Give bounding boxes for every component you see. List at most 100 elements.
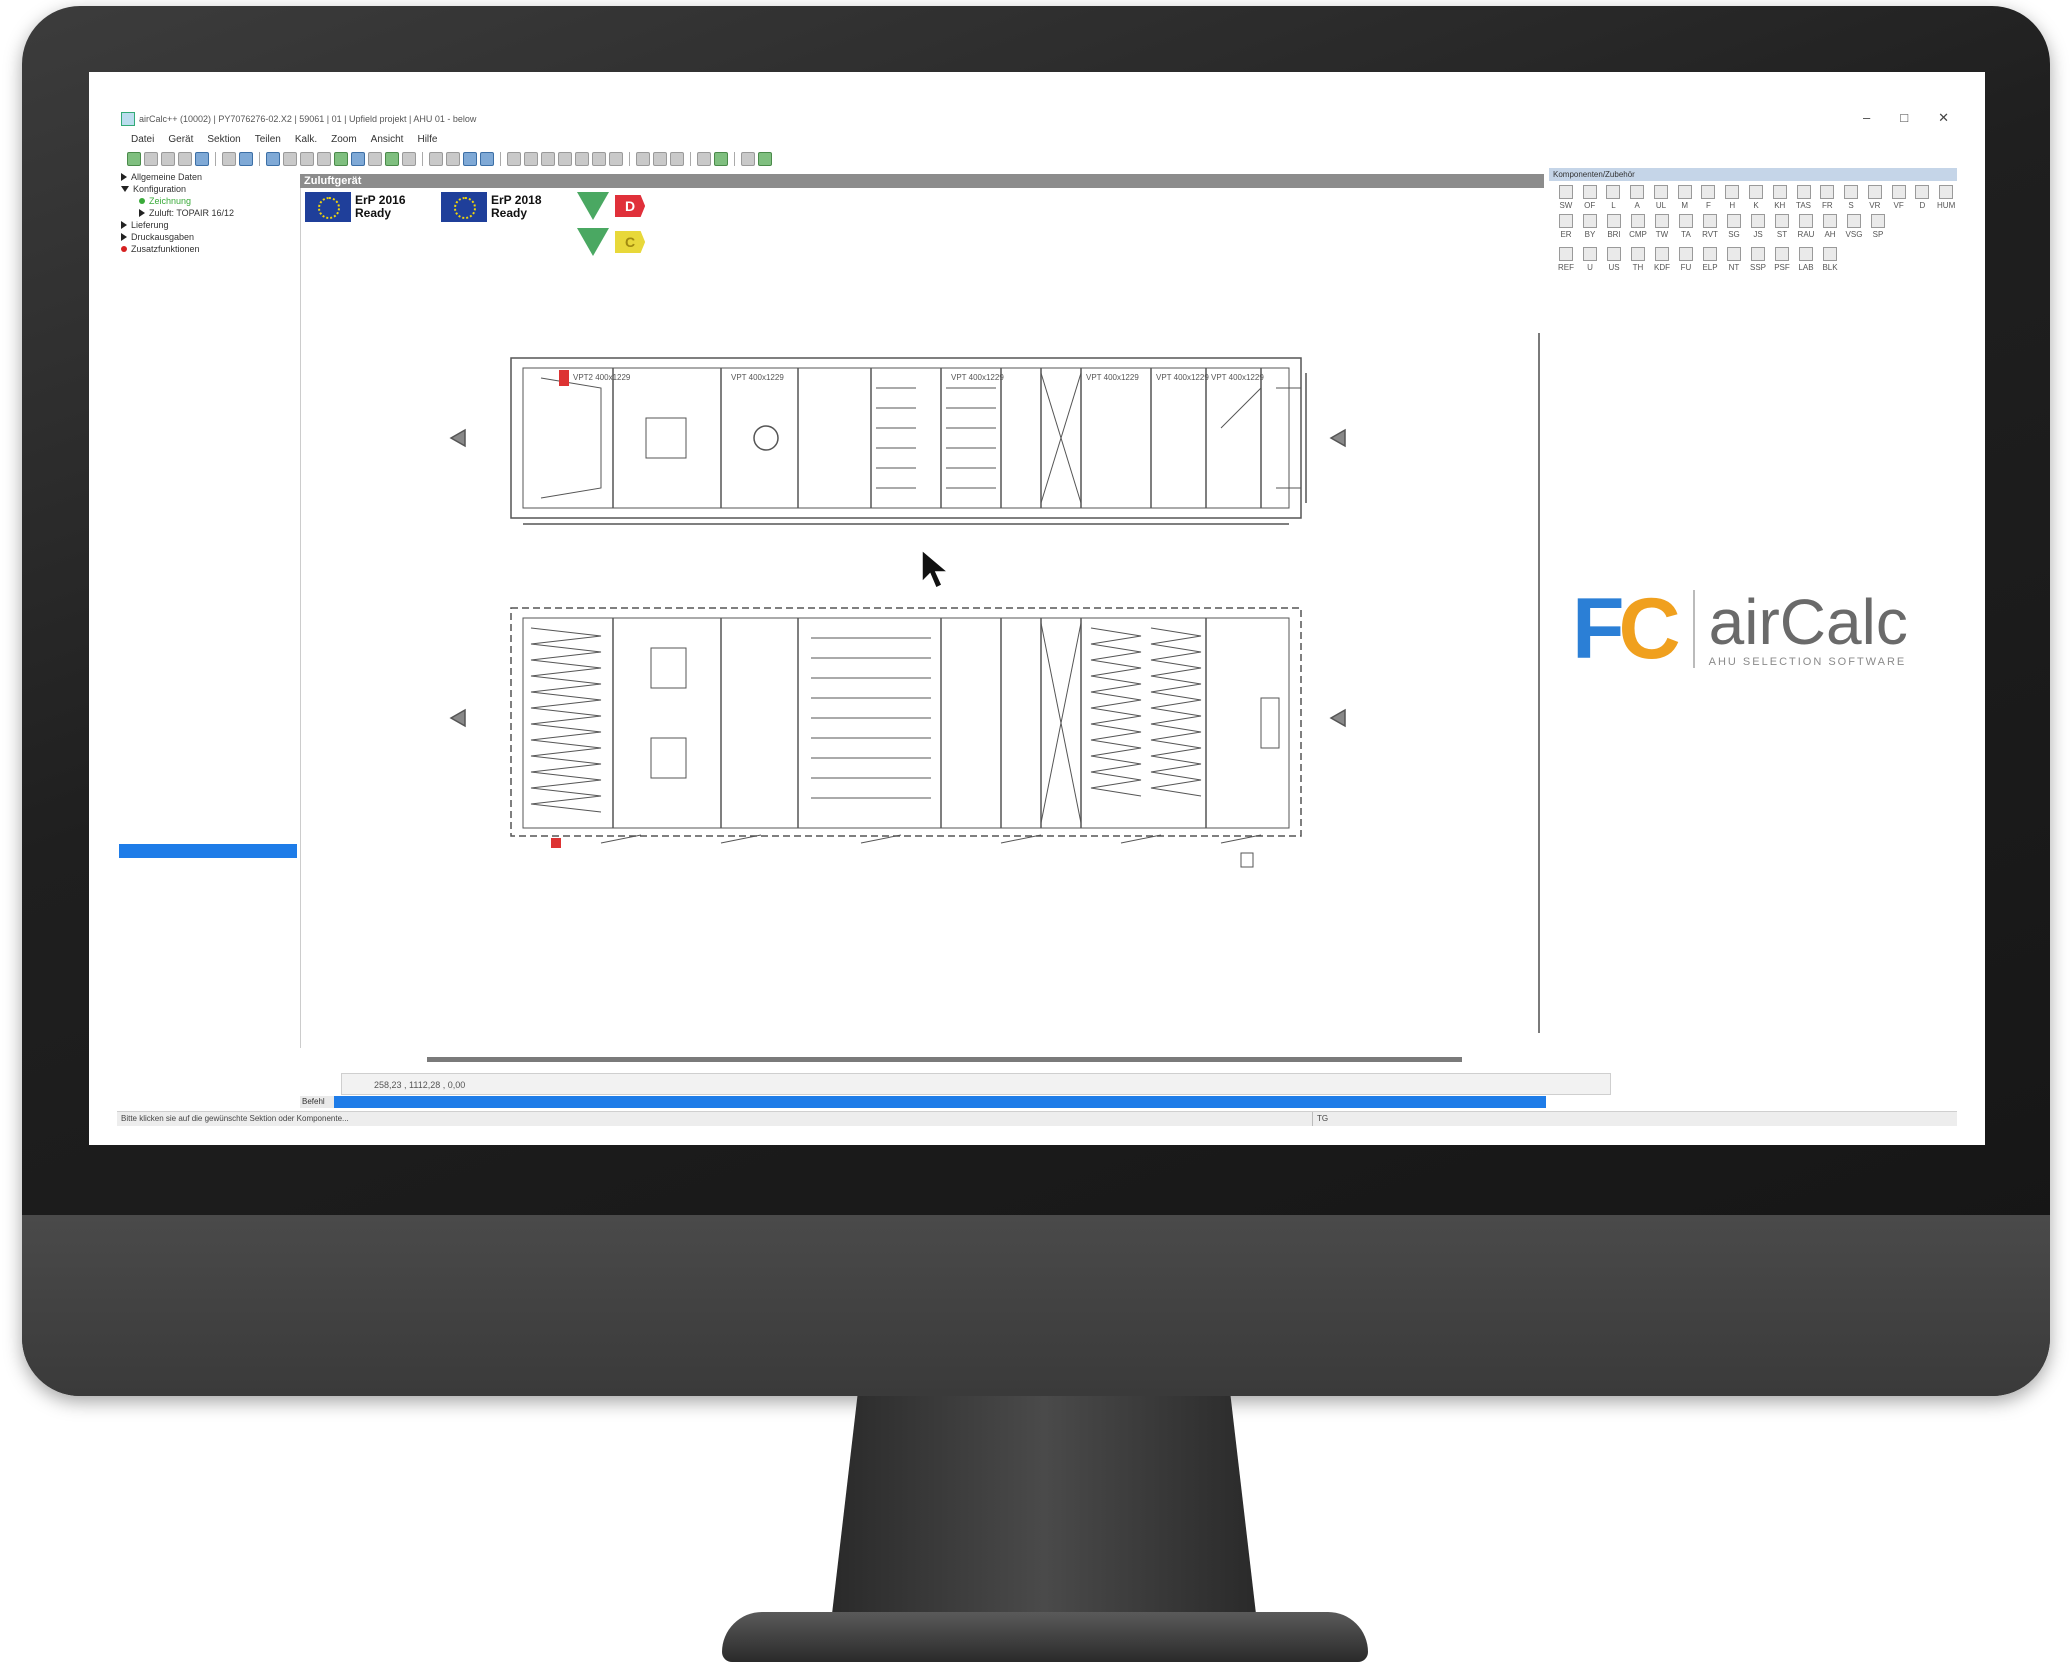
menu-teilen[interactable]: Teilen: [255, 134, 281, 145]
component-th[interactable]: TH: [1627, 247, 1649, 272]
zoom-in-icon[interactable]: [507, 152, 521, 166]
table-icon[interactable]: [463, 152, 477, 166]
zoom-fit-icon[interactable]: [558, 152, 572, 166]
pointer-icon[interactable]: [266, 152, 280, 166]
close-button[interactable]: ✕: [1938, 110, 1949, 126]
new-file-icon[interactable]: [127, 152, 141, 166]
component-psf[interactable]: PSF: [1771, 247, 1793, 272]
tree-item-lieferung[interactable]: Lieferung: [121, 220, 169, 230]
tree-item-allgemeine-daten[interactable]: Allgemeine Daten: [121, 172, 202, 182]
zoom-out-icon[interactable]: [524, 152, 538, 166]
tree-selection-bar[interactable]: [119, 844, 297, 858]
split-icon[interactable]: [385, 152, 399, 166]
component-st[interactable]: ST: [1771, 214, 1793, 239]
component-er[interactable]: ER: [1555, 214, 1577, 239]
minimize-button[interactable]: –: [1863, 110, 1870, 126]
tree-item-zeichnung[interactable]: Zeichnung: [139, 196, 191, 206]
save-icon[interactable]: [144, 152, 158, 166]
component-us[interactable]: US: [1603, 247, 1625, 272]
measure-icon[interactable]: [653, 152, 667, 166]
component-a[interactable]: A: [1626, 185, 1648, 210]
component-vf[interactable]: VF: [1888, 185, 1910, 210]
export-icon[interactable]: [195, 152, 209, 166]
grid-icon[interactable]: [446, 152, 460, 166]
component-kdf[interactable]: KDF: [1651, 247, 1673, 272]
move-icon[interactable]: [334, 152, 348, 166]
menu-kalk[interactable]: Kalk.: [295, 134, 317, 145]
settings-icon[interactable]: [741, 152, 755, 166]
expand-icon[interactable]: [121, 173, 127, 181]
component-tas[interactable]: TAS: [1793, 185, 1815, 210]
ahu-top-view[interactable]: [510, 357, 1302, 519]
expand-icon[interactable]: [121, 233, 127, 241]
component-sw[interactable]: SW: [1555, 185, 1577, 210]
component-sp[interactable]: SP: [1867, 214, 1889, 239]
zoom-all-icon[interactable]: [592, 152, 606, 166]
component-ref[interactable]: REF: [1555, 247, 1577, 272]
component-s[interactable]: S: [1840, 185, 1862, 210]
command-input[interactable]: [300, 1096, 1546, 1108]
report-icon[interactable]: [697, 152, 711, 166]
component-hum[interactable]: HUM: [1935, 185, 1957, 210]
view-icon[interactable]: [239, 152, 253, 166]
chart-icon[interactable]: [480, 152, 494, 166]
menu-zoom[interactable]: Zoom: [331, 134, 357, 145]
component-by[interactable]: BY: [1579, 214, 1601, 239]
expand-icon[interactable]: [121, 221, 127, 229]
calculate-icon[interactable]: [714, 152, 728, 166]
expand-icon[interactable]: [139, 209, 145, 217]
ahu-bottom-view[interactable]: [510, 607, 1302, 837]
menu-geraet[interactable]: Gerät: [168, 134, 193, 145]
tree-item-konfiguration[interactable]: Konfiguration: [121, 184, 186, 194]
component-rau[interactable]: RAU: [1795, 214, 1817, 239]
component-nt[interactable]: NT: [1723, 247, 1745, 272]
component-d[interactable]: D: [1911, 185, 1933, 210]
component-cmp[interactable]: CMP: [1627, 214, 1649, 239]
maximize-button[interactable]: □: [1900, 110, 1908, 126]
vertical-scrollbar[interactable]: [1538, 333, 1540, 1033]
component-fr[interactable]: FR: [1816, 185, 1838, 210]
menu-sektion[interactable]: Sektion: [207, 134, 240, 145]
menu-datei[interactable]: Datei: [131, 134, 154, 145]
component-tw[interactable]: TW: [1651, 214, 1673, 239]
component-sg[interactable]: SG: [1723, 214, 1745, 239]
print-icon[interactable]: [161, 152, 175, 166]
zoom-previous-icon[interactable]: [575, 152, 589, 166]
component-rvt[interactable]: RVT: [1699, 214, 1721, 239]
tool-icon[interactable]: [402, 152, 416, 166]
layers-icon[interactable]: [636, 152, 650, 166]
component-k[interactable]: K: [1745, 185, 1767, 210]
add-icon[interactable]: [351, 152, 365, 166]
filter-icon[interactable]: [317, 152, 331, 166]
undo-icon[interactable]: [283, 152, 297, 166]
component-u[interactable]: U: [1579, 247, 1601, 272]
menu-hilfe[interactable]: Hilfe: [417, 134, 437, 145]
zoom-window-icon[interactable]: [541, 152, 555, 166]
component-ah[interactable]: AH: [1819, 214, 1841, 239]
component-js[interactable]: JS: [1747, 214, 1769, 239]
horizontal-scrollbar[interactable]: [427, 1057, 1462, 1062]
component-of[interactable]: OF: [1579, 185, 1601, 210]
redo-icon[interactable]: [300, 152, 314, 166]
edit-icon[interactable]: [178, 152, 192, 166]
menu-ansicht[interactable]: Ansicht: [371, 134, 404, 145]
component-ul[interactable]: UL: [1650, 185, 1672, 210]
component-h[interactable]: H: [1721, 185, 1743, 210]
component-vr[interactable]: VR: [1864, 185, 1886, 210]
copy-icon[interactable]: [222, 152, 236, 166]
component-elp[interactable]: ELP: [1699, 247, 1721, 272]
component-lab[interactable]: LAB: [1795, 247, 1817, 272]
component-f[interactable]: F: [1698, 185, 1720, 210]
tree-item-zuluft[interactable]: Zuluft: TOPAIR 16/12: [139, 208, 234, 218]
rotate-icon[interactable]: [670, 152, 684, 166]
align-icon[interactable]: [429, 152, 443, 166]
component-ta[interactable]: TA: [1675, 214, 1697, 239]
tree-item-zusatzfunktionen[interactable]: Zusatzfunktionen: [121, 244, 200, 254]
component-kh[interactable]: KH: [1769, 185, 1791, 210]
component-blk[interactable]: BLK: [1819, 247, 1841, 272]
component-fu[interactable]: FU: [1675, 247, 1697, 272]
component-ssp[interactable]: SSP: [1747, 247, 1769, 272]
component-m[interactable]: M: [1674, 185, 1696, 210]
tree-item-druckausgaben[interactable]: Druckausgaben: [121, 232, 194, 242]
component-bri[interactable]: BRI: [1603, 214, 1625, 239]
